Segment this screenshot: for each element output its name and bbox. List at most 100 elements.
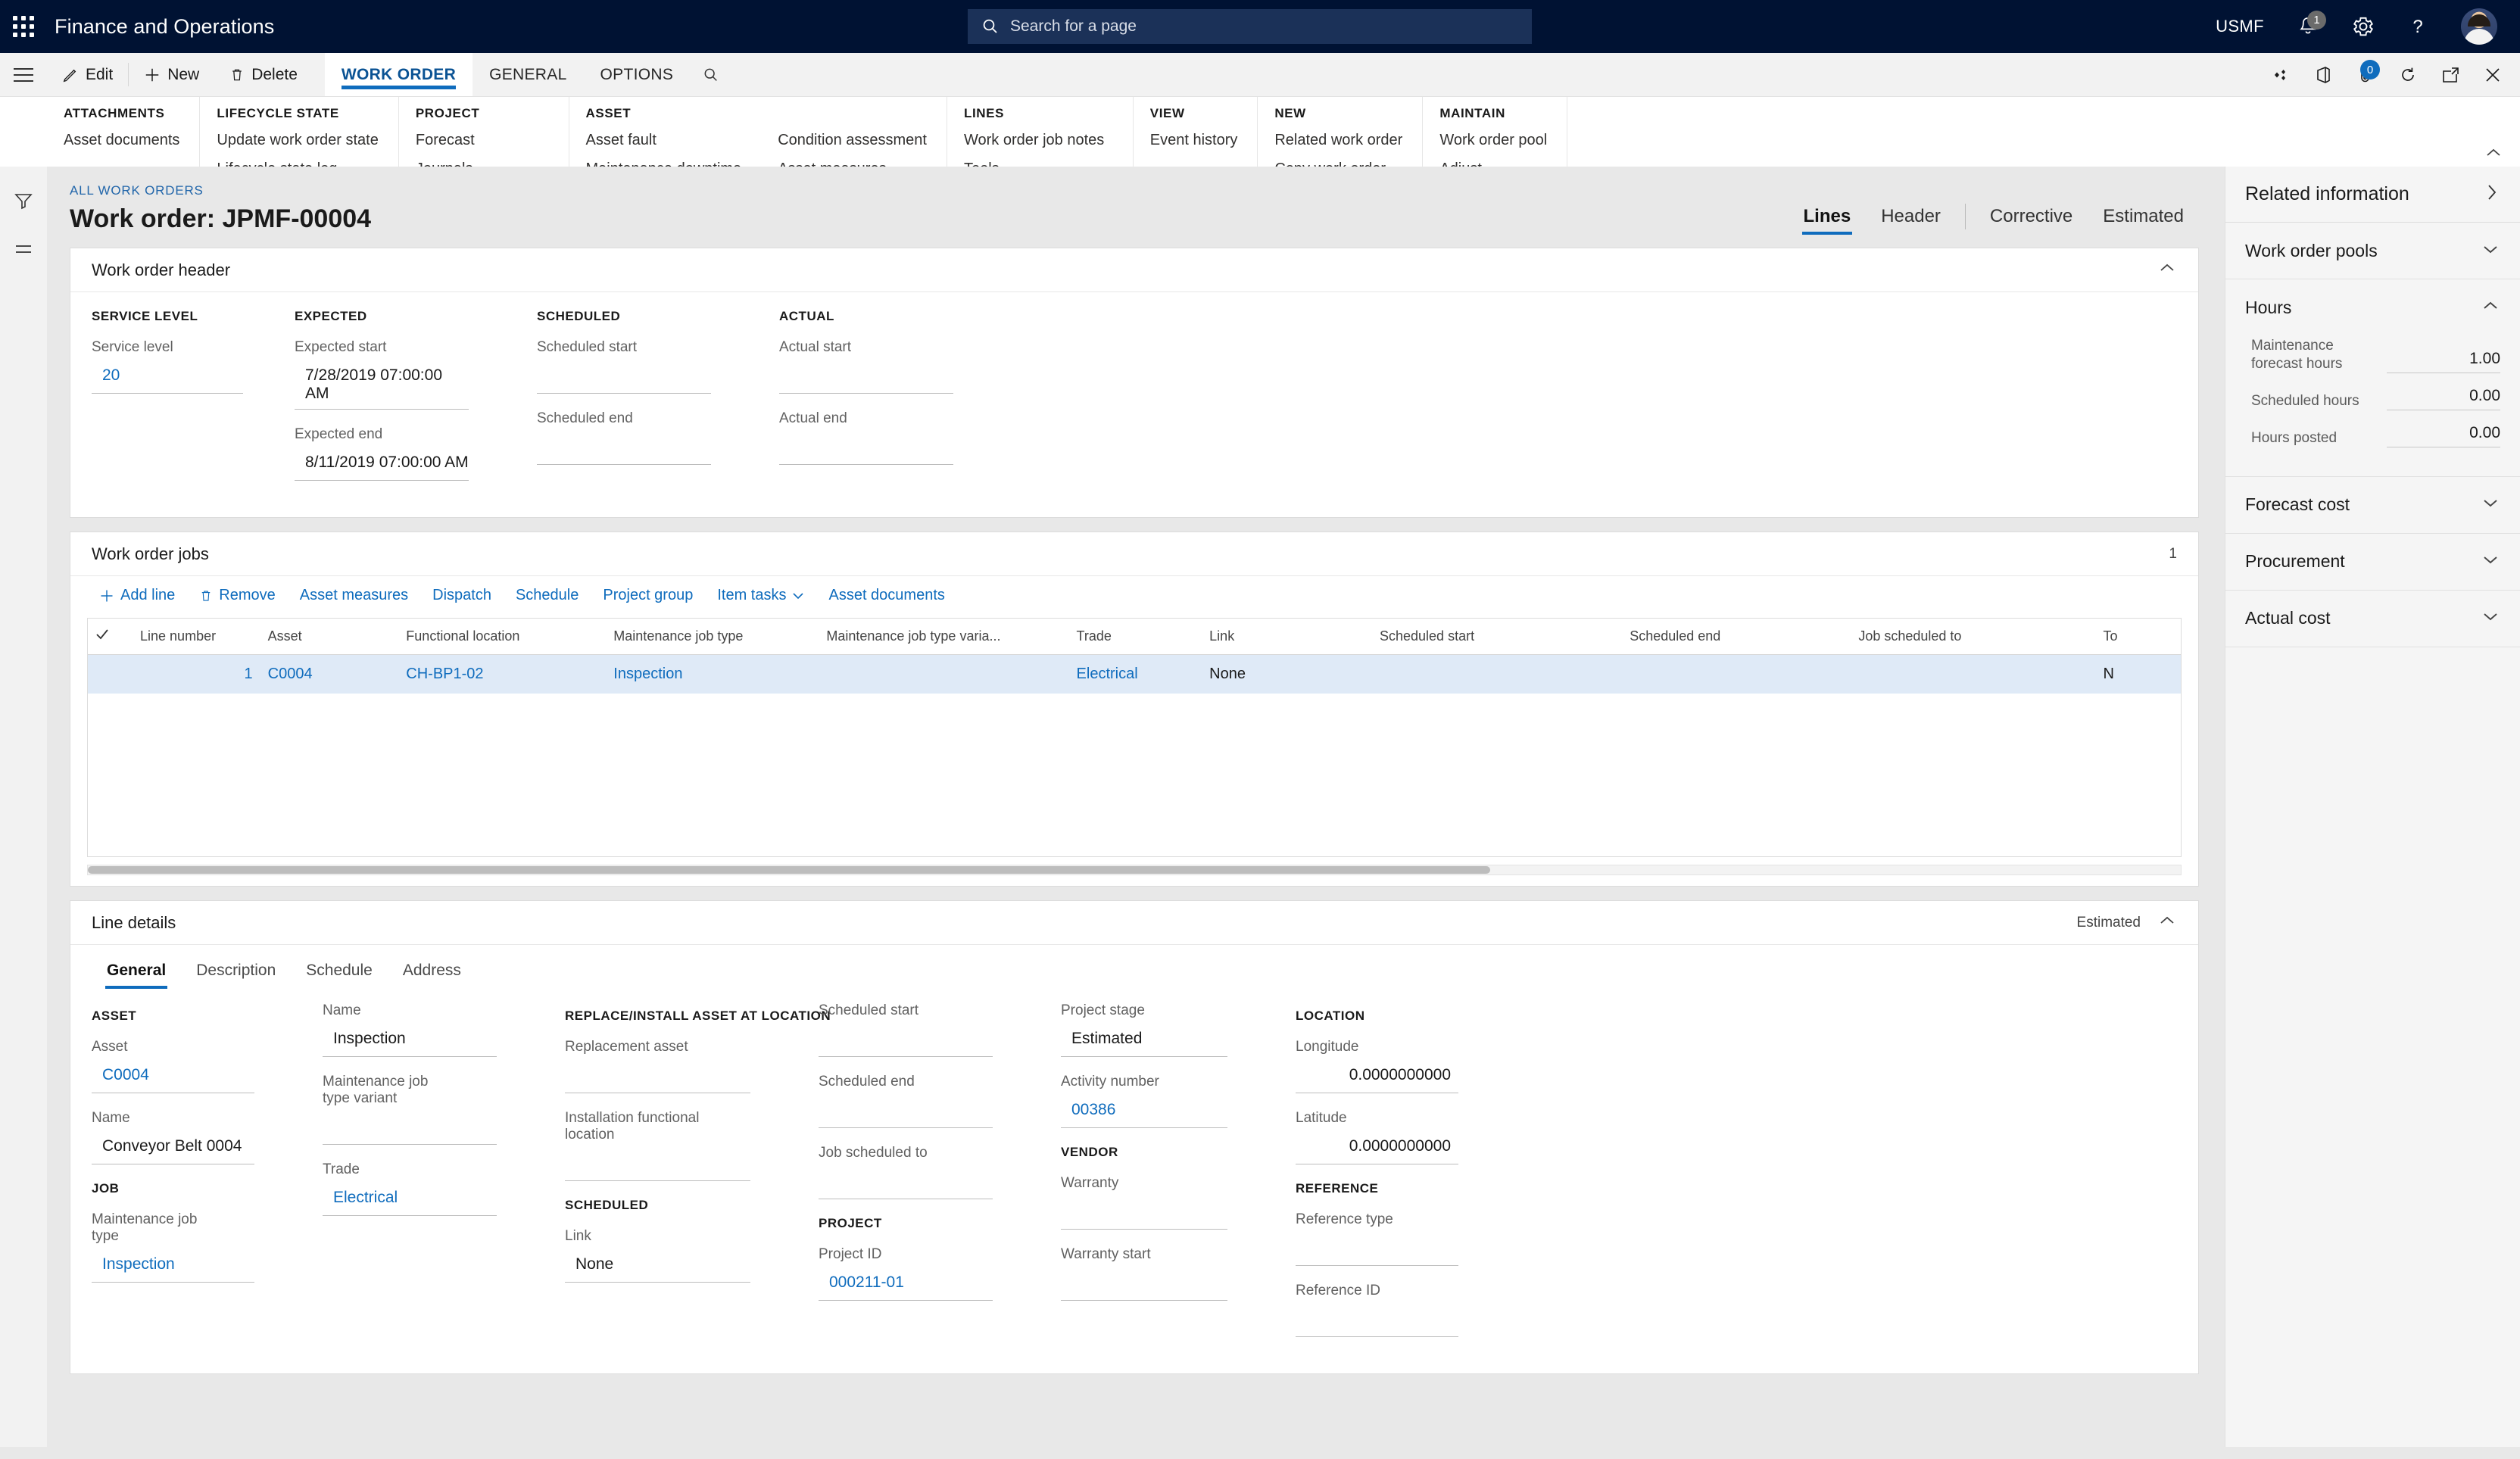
field-value[interactable]: Inspection (92, 1251, 254, 1283)
attachments-icon[interactable]: 0 (2344, 53, 2387, 97)
edit-button[interactable]: Edit (47, 53, 128, 96)
view-tab-corrective[interactable]: Corrective (1975, 206, 2088, 227)
work-order-jobs-card-head[interactable]: Work order jobs 1 (70, 532, 2198, 576)
line-details-tab-schedule[interactable]: Schedule (291, 956, 388, 990)
field-value[interactable]: 7/28/2019 07:00:00 AM (295, 362, 469, 410)
related-section-header-forecast-cost[interactable]: Forecast cost (2225, 477, 2520, 533)
related-section-header-work-order-pools[interactable]: Work order pools (2225, 223, 2520, 279)
column-header-link[interactable]: Link (1202, 619, 1372, 655)
find-icon[interactable] (690, 53, 732, 97)
column-header-asset[interactable]: Asset (260, 619, 399, 655)
jobs-toolbar-schedule[interactable]: Schedule (504, 579, 591, 612)
chevron-up-icon[interactable] (2481, 300, 2500, 316)
column-header-trade[interactable]: Trade (1068, 619, 1202, 655)
jobs-toolbar-asset-documents[interactable]: Asset documents (816, 579, 956, 612)
field-value[interactable]: 000211-01 (819, 1269, 993, 1301)
field-value[interactable] (565, 1062, 750, 1093)
chevron-up-icon[interactable] (2157, 915, 2177, 931)
field-value[interactable]: Inspection (323, 1025, 497, 1057)
breadcrumb[interactable]: ALL WORK ORDERS (70, 167, 2199, 198)
field-value[interactable] (1296, 1234, 1458, 1266)
list-icon[interactable] (14, 242, 33, 260)
column-header-scheduled-start[interactable]: Scheduled start (1372, 619, 1623, 655)
related-row-value[interactable]: 1.00 (2387, 350, 2500, 373)
chevron-down-icon[interactable] (2481, 553, 2500, 569)
field-value[interactable]: 00386 (1061, 1096, 1227, 1128)
column-header-maintenance-job-type-varia[interactable]: Maintenance job type varia... (819, 619, 1069, 655)
field-value[interactable]: 0.0000000000 (1296, 1062, 1458, 1093)
field-value[interactable] (565, 1149, 750, 1181)
user-account-button[interactable] (2444, 0, 2520, 53)
delete-button[interactable]: Delete (214, 53, 313, 96)
field-value[interactable] (779, 362, 953, 394)
share-diamond-icon[interactable] (2260, 53, 2302, 97)
line-details-tab-address[interactable]: Address (388, 956, 476, 990)
field-value[interactable]: 0.0000000000 (1296, 1133, 1458, 1164)
row-checkbox-cell[interactable] (88, 654, 133, 694)
chevron-up-icon[interactable] (2157, 262, 2177, 278)
office-icon[interactable] (2302, 53, 2344, 97)
jobs-toolbar-dispatch[interactable]: Dispatch (420, 579, 504, 612)
field-value[interactable]: None (565, 1251, 750, 1283)
tab-options[interactable]: OPTIONS (584, 53, 691, 96)
jobs-toolbar-asset-measures[interactable]: Asset measures (288, 579, 420, 612)
column-header-functional-location[interactable]: Functional location (398, 619, 607, 655)
jobs-grid-horizontal-scrollbar[interactable] (87, 865, 2182, 875)
jobs-grid[interactable]: Line number Asset Functional location Maint… (87, 618, 2182, 857)
line-details-tab-description[interactable]: Description (181, 956, 291, 990)
field-value[interactable] (819, 1025, 993, 1057)
select-all-checkbox-header[interactable] (88, 619, 133, 655)
field-value[interactable]: 8/11/2019 07:00:00 AM (295, 449, 469, 481)
chevron-down-icon[interactable] (2481, 610, 2500, 626)
jobs-toolbar-remove[interactable]: Remove (187, 579, 287, 612)
ribbon-item-related-work-order[interactable]: Related work order (1274, 132, 1402, 149)
popout-icon[interactable] (2429, 53, 2472, 97)
field-value[interactable]: 20 (92, 362, 243, 394)
field-value[interactable] (1061, 1198, 1227, 1230)
field-value[interactable] (1061, 1269, 1227, 1301)
field-value[interactable] (323, 1113, 497, 1145)
ribbon-item-event-history[interactable]: Event history (1150, 132, 1238, 149)
column-header-job-scheduled-to[interactable]: Job scheduled to (1851, 619, 2096, 655)
chevron-down-icon[interactable] (2481, 497, 2500, 513)
view-tab-header[interactable]: Header (1866, 206, 1956, 227)
column-header-scheduled-end[interactable]: Scheduled end (1622, 619, 1851, 655)
jobs-toolbar-project-group[interactable]: Project group (591, 579, 705, 612)
field-value[interactable]: C0004 (92, 1062, 254, 1093)
column-header-line-number[interactable]: Line number (133, 619, 260, 655)
hamburger-icon[interactable] (0, 53, 47, 96)
field-value[interactable] (537, 433, 711, 465)
app-launcher-icon[interactable] (0, 16, 47, 37)
column-header-to[interactable]: To (2095, 619, 2181, 655)
tab-work-order[interactable]: WORK ORDER (324, 53, 473, 96)
ribbon-item-asset-documents[interactable]: Asset documents (64, 132, 179, 149)
related-section-header-procurement[interactable]: Procurement (2225, 534, 2520, 590)
line-details-tab-general[interactable]: General (92, 956, 181, 990)
ribbon-item-asset-fault[interactable]: Asset fault (586, 132, 742, 149)
field-value[interactable]: Electrical (323, 1184, 497, 1216)
chevron-right-icon[interactable] (2484, 182, 2500, 206)
table-row[interactable]: 1 C0004 CH-BP1-02 Inspection Electrical None N (88, 654, 2181, 694)
jobs-toolbar-item-tasks[interactable]: Item tasks (705, 579, 816, 612)
view-tab-lines[interactable]: Lines (1789, 206, 1867, 235)
refresh-icon[interactable] (2387, 53, 2429, 97)
new-button[interactable]: New (129, 53, 214, 96)
ribbon-item-work-order-pool[interactable]: Work order pool (1439, 132, 1547, 149)
ribbon-item-work-order-job-notes[interactable]: Work order job notes (964, 132, 1113, 149)
ribbon-item-forecast[interactable]: Forecast (416, 132, 549, 149)
related-row-value[interactable]: 0.00 (2387, 424, 2500, 447)
notifications-button[interactable]: 1 (2281, 0, 2335, 53)
settings-button[interactable] (2335, 0, 2391, 53)
field-value[interactable] (819, 1168, 993, 1199)
ribbon-item-condition-assessment[interactable]: Condition assessment (778, 132, 927, 149)
filter-icon[interactable] (14, 191, 33, 214)
field-value[interactable] (537, 362, 711, 394)
collapse-action-pane-icon[interactable] (2484, 146, 2503, 164)
company-selector[interactable]: USMF (2199, 0, 2281, 53)
view-tab-estimated[interactable]: Estimated (2088, 206, 2199, 227)
column-header-maintenance-job-type[interactable]: Maintenance job type (606, 619, 819, 655)
ribbon-item-update-work-order-state[interactable]: Update work order state (217, 132, 378, 149)
related-section-header-actual-cost[interactable]: Actual cost (2225, 591, 2520, 647)
field-value[interactable] (1296, 1305, 1458, 1337)
close-icon[interactable] (2472, 53, 2514, 97)
